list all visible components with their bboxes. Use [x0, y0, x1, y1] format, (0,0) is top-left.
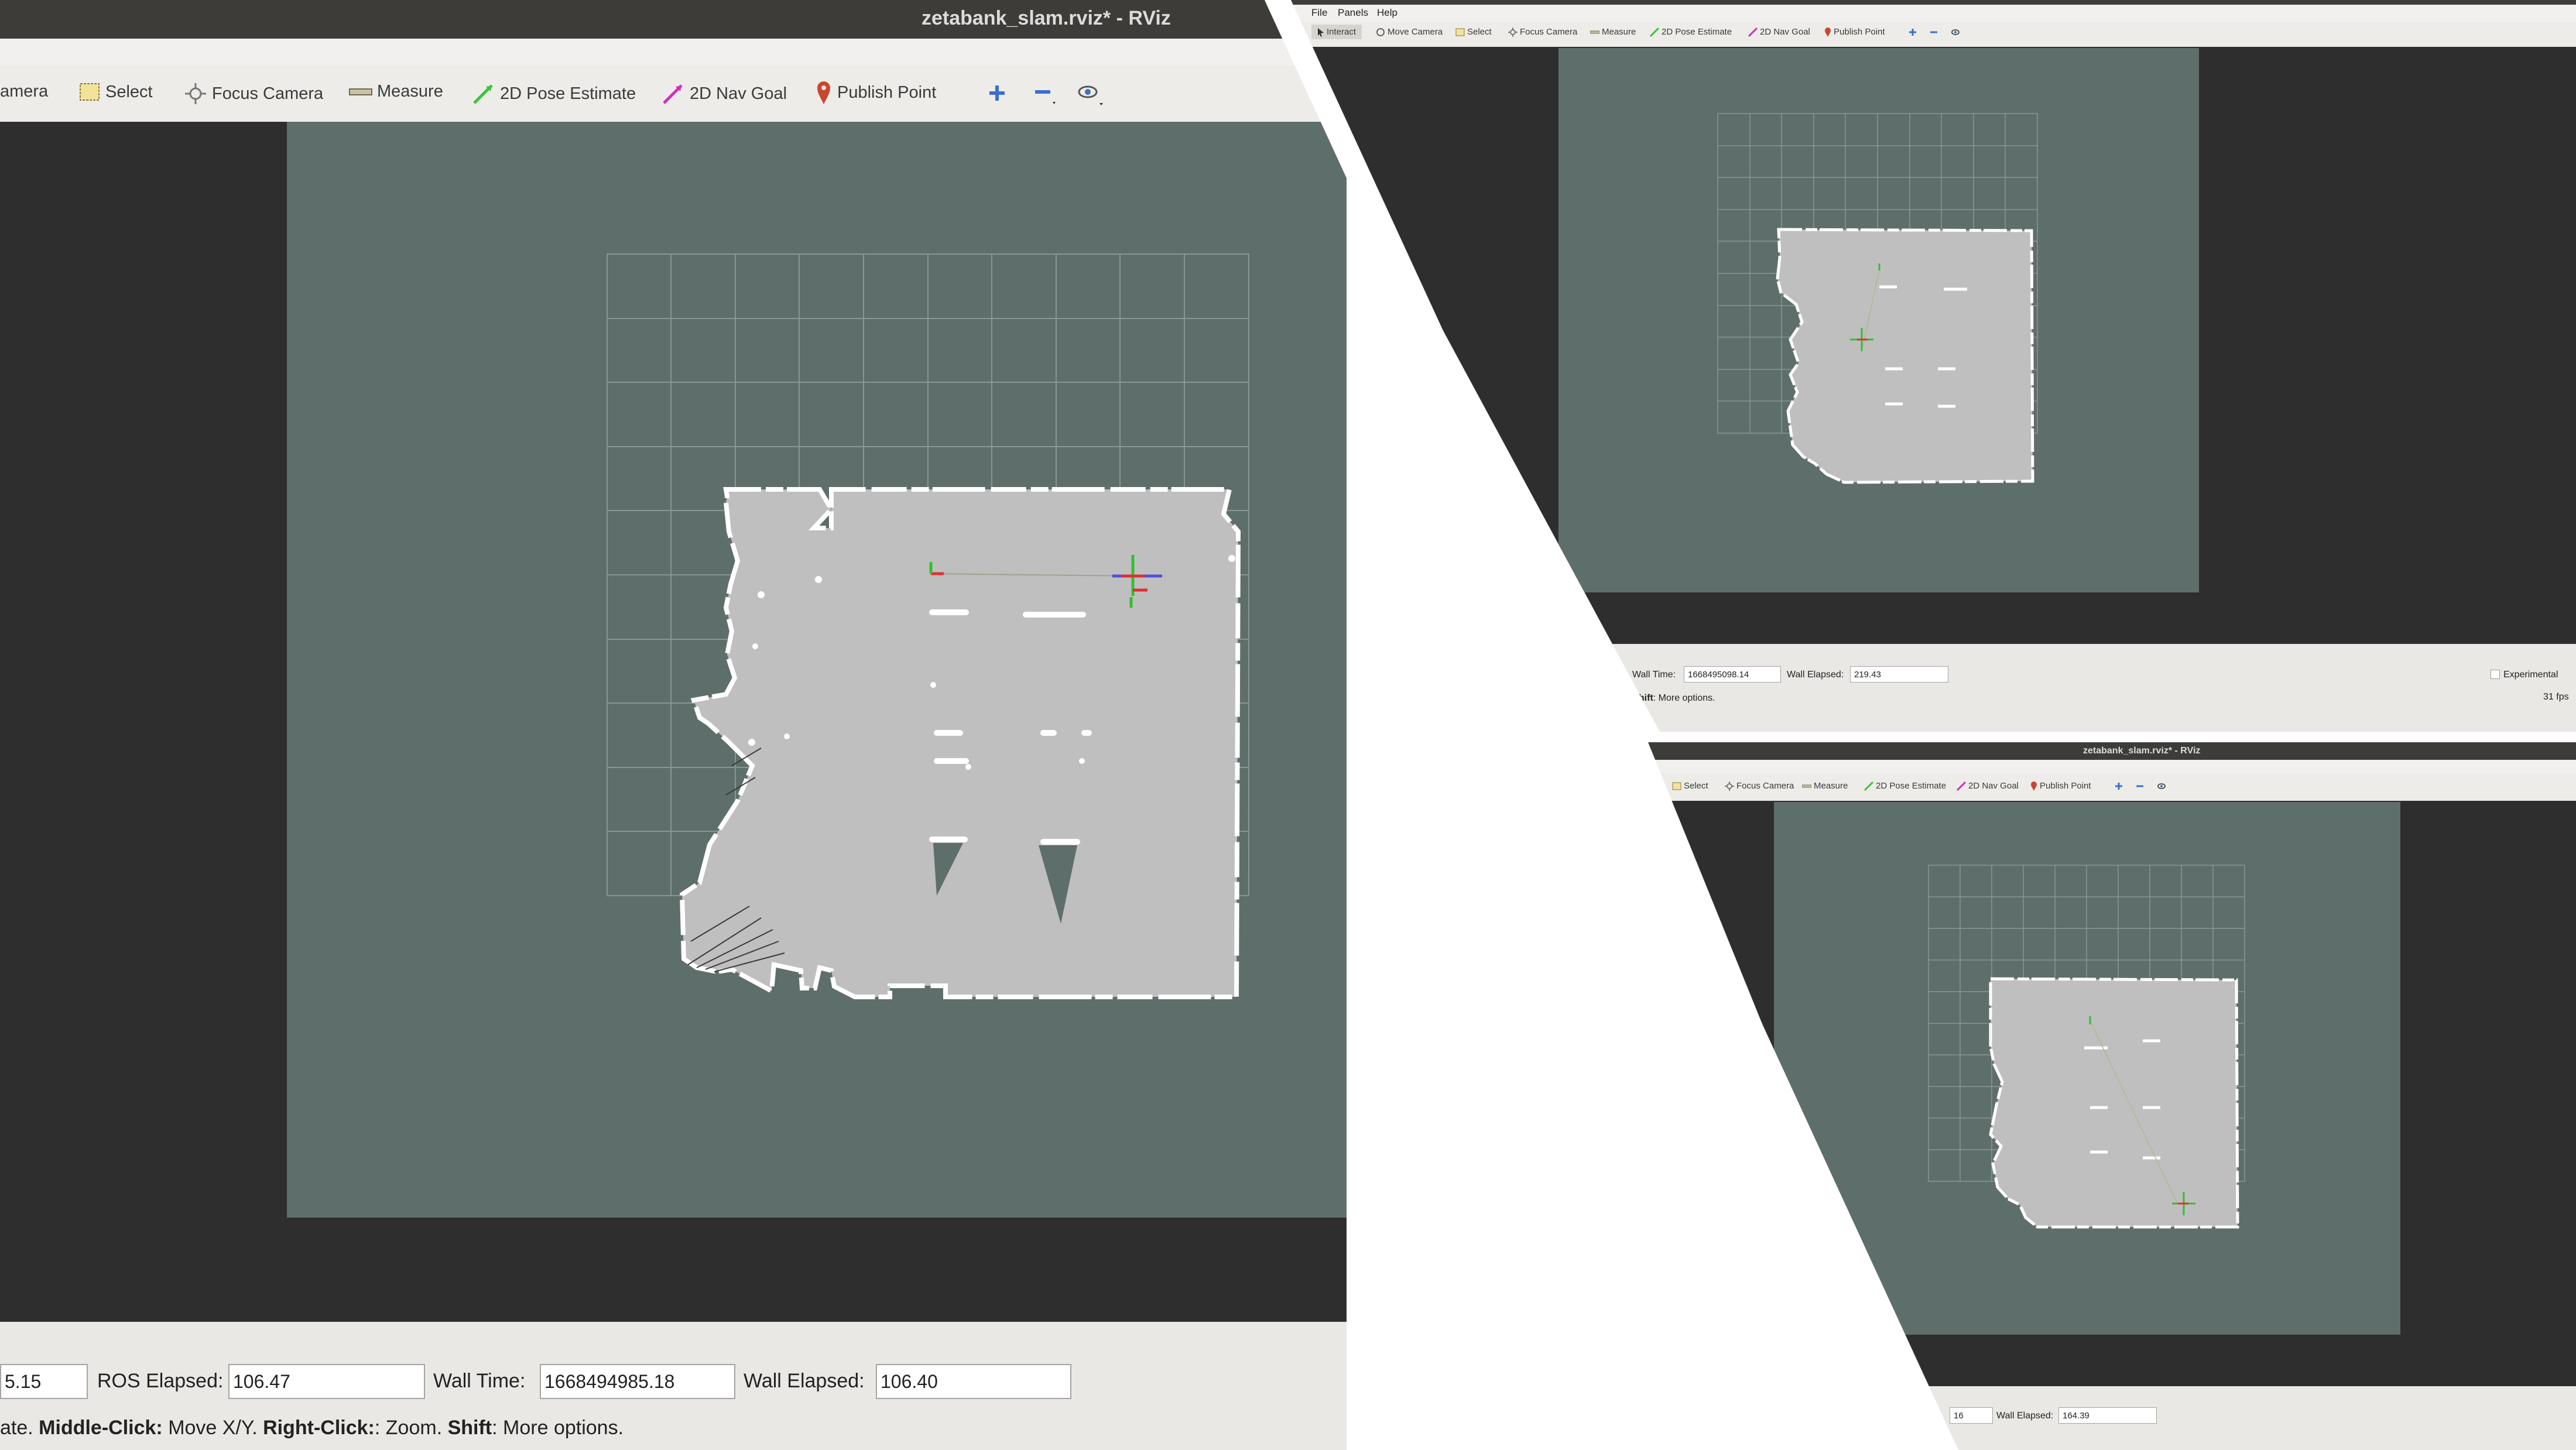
diagonal-divider: [1265, 0, 1958, 1450]
collage-separators: [1265, 0, 2576, 1450]
horizontal-divider: [1648, 732, 2576, 742]
